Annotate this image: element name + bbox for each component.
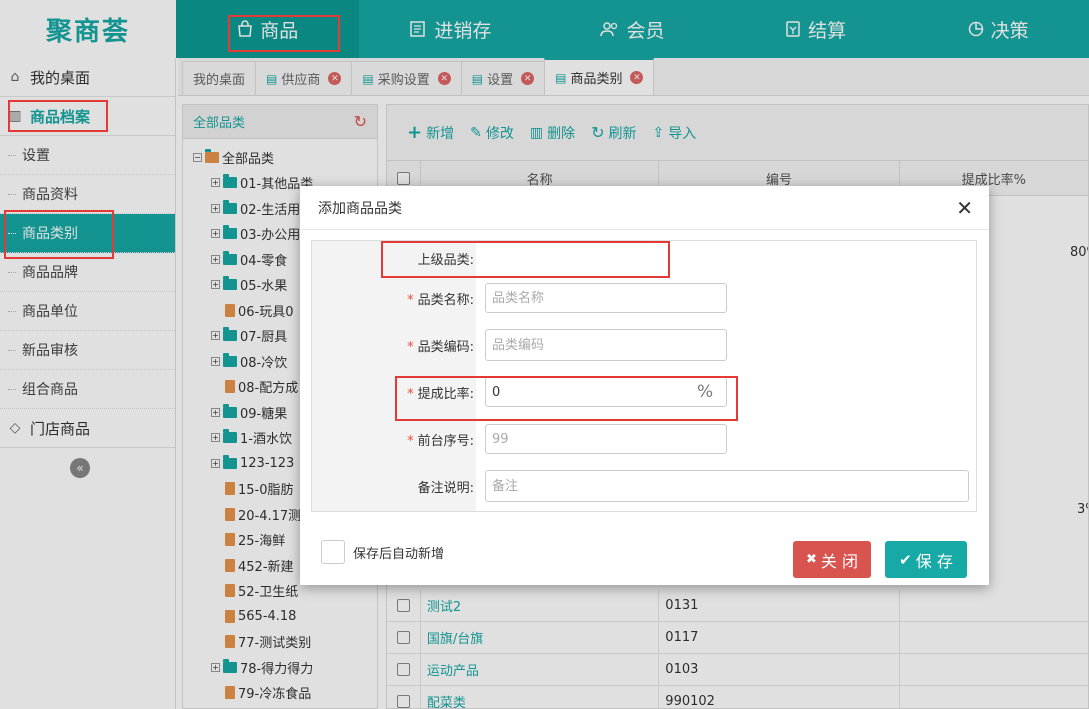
- row-code: * 品类编码:: [312, 329, 976, 361]
- save-button[interactable]: ✔ 保 存: [885, 541, 967, 578]
- required-mark: *: [407, 433, 414, 449]
- remark-input[interactable]: [485, 470, 969, 502]
- add-category-dialog: 添加商品品类 ✕ 上级品类: *品类名称: *品类编码: *提成比率: % *前…: [300, 186, 989, 585]
- row-order: * 前台序号:: [312, 424, 976, 454]
- dialog-header: 添加商品品类 ✕: [300, 186, 989, 230]
- row-remark: 备注说明:: [312, 470, 976, 502]
- close-button[interactable]: ✖ 关 闭: [793, 541, 871, 578]
- code-label-text: 品类编码:: [417, 339, 474, 355]
- category-code-input[interactable]: [485, 329, 727, 361]
- order-label: * 前台序号:: [407, 430, 474, 449]
- remark-label: 备注说明:: [417, 480, 474, 496]
- close-icon[interactable]: ✕: [956, 196, 973, 220]
- order-label-text: 前台序号:: [417, 433, 474, 449]
- category-form: 上级品类: *品类名称: *品类编码: *提成比率: % *前台序号: 备注说明…: [311, 240, 977, 512]
- name-label-text: 品类名称:: [417, 292, 474, 308]
- rate-label: * 提成比率:: [407, 383, 474, 402]
- auto-add-option[interactable]: 保存后自动新增: [321, 540, 444, 564]
- code-label: * 品类编码:: [407, 336, 474, 355]
- rate-label-text: 提成比率:: [417, 386, 474, 402]
- required-mark: *: [407, 386, 414, 402]
- row-rate: *提成比率: %: [312, 377, 976, 407]
- row-name: * 品类名称:: [312, 283, 976, 313]
- percent-unit: %: [697, 382, 714, 402]
- auto-add-checkbox[interactable]: [321, 540, 345, 564]
- required-mark: *: [407, 339, 414, 355]
- name-label: * 品类名称:: [407, 289, 474, 308]
- row-parent: 上级品类:: [312, 243, 976, 273]
- required-mark: *: [407, 292, 414, 308]
- dialog-title: 添加商品品类: [318, 200, 402, 217]
- close-icon: ✖: [806, 552, 817, 567]
- save-button-label: 保 存: [915, 551, 953, 571]
- auto-add-label: 保存后自动新增: [353, 546, 445, 562]
- parent-label: 上级品类:: [417, 252, 474, 268]
- check-icon: ✔: [899, 550, 912, 569]
- display-order-input[interactable]: [485, 424, 727, 454]
- close-button-label: 关 闭: [820, 551, 858, 571]
- commission-rate-input[interactable]: [485, 377, 727, 407]
- category-name-input[interactable]: [485, 283, 727, 313]
